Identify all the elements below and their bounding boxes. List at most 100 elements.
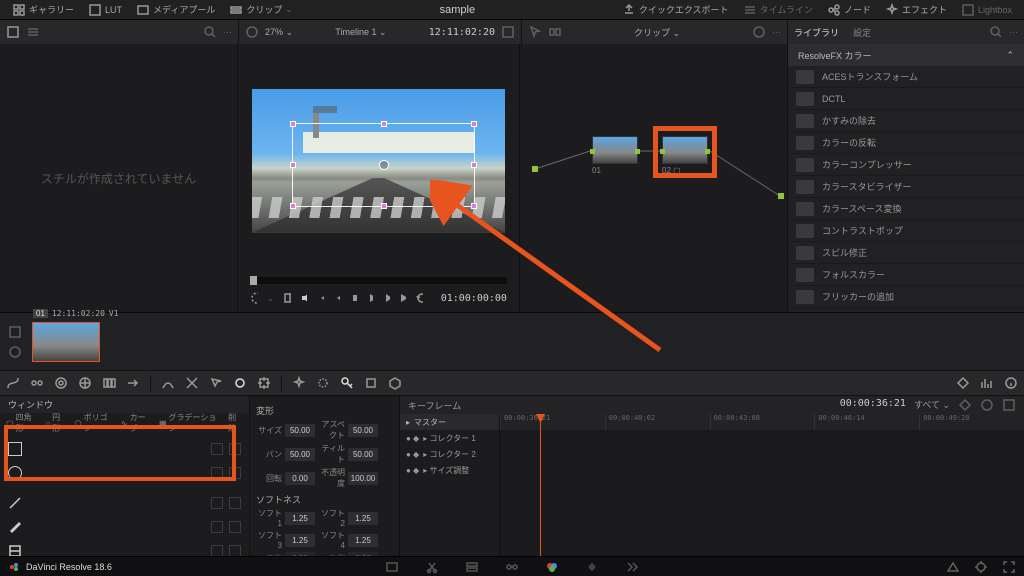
- node-graph[interactable]: 01 02 ▢: [520, 44, 788, 312]
- fx-item[interactable]: 色域マッピング: [788, 308, 1024, 312]
- fx-item[interactable]: スピル修正: [788, 242, 1024, 264]
- search-icon[interactable]: [203, 25, 217, 39]
- zoom-dropdown[interactable]: 27% ⌄: [265, 27, 293, 38]
- lut-toggle[interactable]: LUT: [82, 1, 128, 19]
- curves-icon[interactable]: [6, 376, 20, 390]
- zoom-fit-icon[interactable]: [752, 25, 766, 39]
- curves2-icon[interactable]: [161, 376, 175, 390]
- loop-icon[interactable]: [415, 291, 423, 305]
- options-icon[interactable]: ⋯: [223, 27, 232, 38]
- fx-item[interactable]: コントラストポップ: [788, 220, 1024, 242]
- 3d-icon[interactable]: [388, 376, 402, 390]
- power-window-overlay[interactable]: [292, 123, 474, 207]
- shape-row-curve[interactable]: [8, 515, 241, 539]
- kf-track[interactable]: ● ◆▸ コレクター 1: [400, 430, 499, 446]
- soft2-field[interactable]: 1.25: [348, 512, 378, 525]
- project-settings-icon[interactable]: [974, 560, 988, 574]
- tilt-field[interactable]: 50.00: [348, 448, 378, 461]
- pan-field[interactable]: 50.00: [285, 448, 315, 461]
- bypass-icon[interactable]: [245, 25, 259, 39]
- node-01[interactable]: 01: [592, 136, 638, 175]
- hdr-icon[interactable]: [78, 376, 92, 390]
- fx-item[interactable]: カラーの反転: [788, 132, 1024, 154]
- mute-icon[interactable]: [300, 291, 308, 305]
- sizing-icon[interactable]: [364, 376, 378, 390]
- page-fusion[interactable]: [503, 558, 521, 576]
- soft1-field[interactable]: 1.25: [285, 512, 315, 525]
- fx-item[interactable]: カラースタビライザー: [788, 176, 1024, 198]
- next-frame-icon[interactable]: [382, 291, 390, 305]
- fx-item[interactable]: かすみの除去: [788, 110, 1024, 132]
- clips-dropdown[interactable]: クリップ⌄: [223, 1, 299, 19]
- page-cut[interactable]: [423, 558, 441, 576]
- project-manager-icon[interactable]: [946, 560, 960, 574]
- viewer-expand-icon[interactable]: [501, 25, 515, 39]
- warper-icon[interactable]: [185, 376, 199, 390]
- rotate-field[interactable]: 0.00: [285, 472, 315, 485]
- timeline-toggle[interactable]: タイムライン: [737, 1, 819, 19]
- full-screen-icon[interactable]: [1002, 560, 1016, 574]
- page-fairlight[interactable]: [583, 558, 601, 576]
- clips-strip[interactable]: 01 12:11:02:20 V1: [0, 312, 1024, 370]
- thumbnail-view-icon[interactable]: [8, 325, 22, 339]
- fx-item[interactable]: フリッカーの追加: [788, 286, 1024, 308]
- fx-item[interactable]: カラーコンプレッサー: [788, 154, 1024, 176]
- fx-options-icon[interactable]: ⋯: [1009, 27, 1018, 38]
- prev-frame-icon[interactable]: [333, 291, 341, 305]
- scrub-bar[interactable]: [250, 277, 507, 284]
- node-options-icon[interactable]: ⋯: [772, 27, 781, 38]
- graph-output[interactable]: [778, 193, 784, 199]
- qualifier-icon[interactable]: [209, 376, 223, 390]
- motion-icon[interactable]: [126, 376, 140, 390]
- key-icon[interactable]: [340, 376, 354, 390]
- blur-icon[interactable]: [316, 376, 330, 390]
- primaries-icon[interactable]: [30, 376, 44, 390]
- transport-timecode[interactable]: 01:00:00:00: [441, 293, 507, 304]
- nodes-view-icon[interactable]: [548, 25, 562, 39]
- fx-item[interactable]: DCTL: [788, 88, 1024, 110]
- gallery-toggle[interactable]: ギャラリー: [6, 1, 80, 19]
- fx-category-header[interactable]: ResolveFX カラー⌃: [788, 44, 1024, 66]
- soft3-field[interactable]: 1.25: [285, 534, 315, 547]
- node-clips-dropdown[interactable]: クリップ ⌄: [634, 28, 680, 38]
- tracker-icon[interactable]: [257, 376, 271, 390]
- page-deliver[interactable]: [623, 558, 641, 576]
- fx-item[interactable]: カラースペース変換: [788, 198, 1024, 220]
- scopes-icon[interactable]: [980, 376, 994, 390]
- fx-item[interactable]: フォルスカラー: [788, 264, 1024, 286]
- kf-diamond-icon[interactable]: [958, 398, 972, 412]
- info-icon[interactable]: [1004, 376, 1018, 390]
- shape-row-line[interactable]: [8, 491, 241, 515]
- graph-input[interactable]: [532, 166, 538, 172]
- effects-toggle[interactable]: エフェクト: [879, 1, 953, 19]
- nodes-toggle[interactable]: ノード: [821, 1, 877, 19]
- kf-track[interactable]: ● ◆▸ コレクター 2: [400, 446, 499, 462]
- page-edit[interactable]: [463, 558, 481, 576]
- tab-settings[interactable]: 設定: [853, 26, 871, 39]
- tab-library[interactable]: ライブラリ: [794, 26, 839, 39]
- first-frame-icon[interactable]: [316, 291, 324, 305]
- kf-filter[interactable]: すべて ⌄: [914, 398, 950, 412]
- last-frame-icon[interactable]: [399, 291, 407, 305]
- soft4-field[interactable]: 1.25: [348, 534, 378, 547]
- wheels-icon[interactable]: [54, 376, 68, 390]
- kf-expand-icon[interactable]: [1002, 398, 1016, 412]
- play-icon[interactable]: [366, 291, 374, 305]
- fx-search-icon[interactable]: [989, 25, 1003, 39]
- page-media[interactable]: [383, 558, 401, 576]
- fx-item[interactable]: ACESトランスフォーム: [788, 66, 1024, 88]
- clip-thumbnail[interactable]: 01 12:11:02:20 V1: [32, 322, 100, 362]
- magic-mask-icon[interactable]: [292, 376, 306, 390]
- info-view-icon[interactable]: [8, 345, 22, 359]
- window-icon[interactable]: [233, 376, 247, 390]
- timeline-dropdown[interactable]: Timeline 1 ⌄: [335, 27, 386, 37]
- kf-master[interactable]: ▸マスター: [400, 414, 499, 430]
- opacity-field[interactable]: 100.00: [348, 472, 378, 485]
- highlight-mode-icon[interactable]: [250, 291, 258, 305]
- size-field[interactable]: 50.00: [285, 424, 315, 437]
- quick-export[interactable]: クイックエクスポート: [616, 1, 735, 19]
- viewer-image[interactable]: [252, 89, 505, 233]
- playhead[interactable]: [540, 414, 541, 560]
- keyframe-timeline[interactable]: 00:00:36:2100:00:40:0200:00:43:0800:00:4…: [500, 414, 1024, 560]
- kf-circle-icon[interactable]: [980, 398, 994, 412]
